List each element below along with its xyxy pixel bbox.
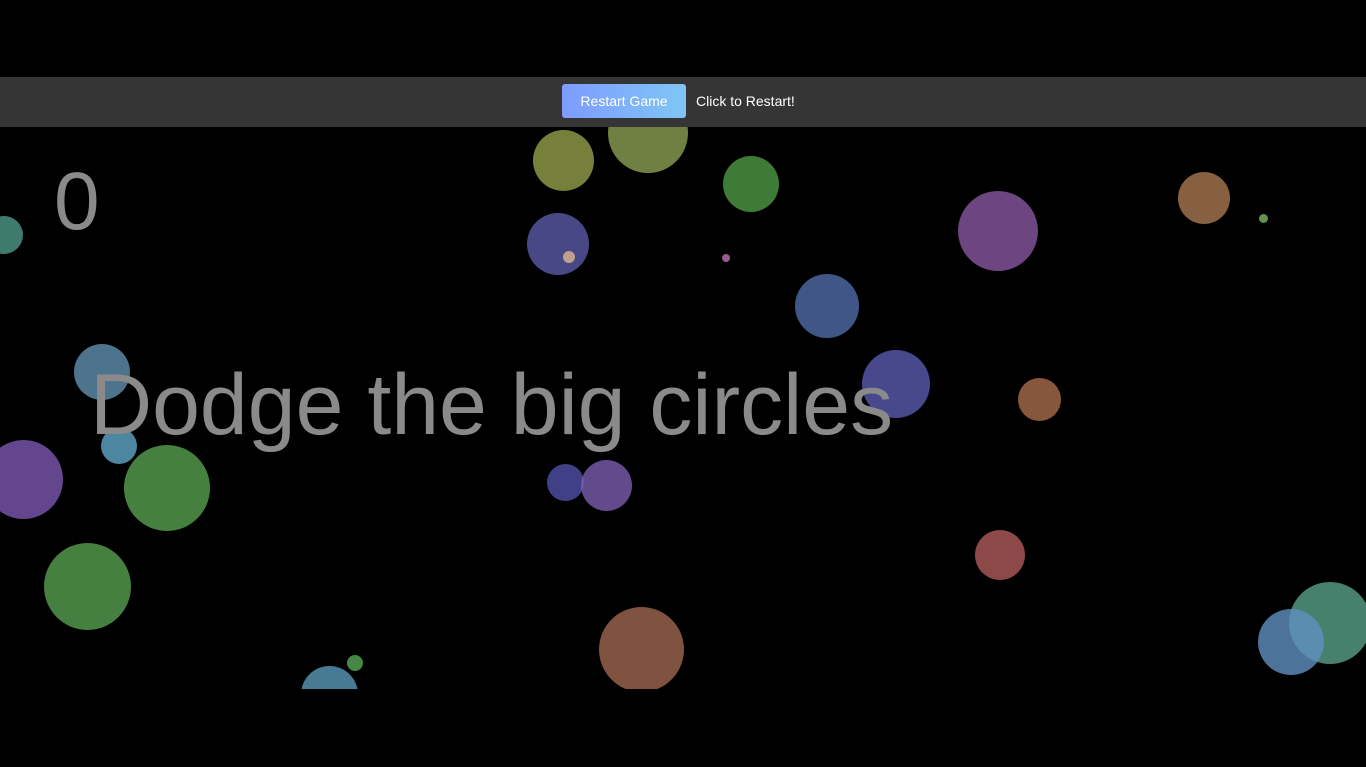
restart-game-button[interactable]: Restart Game — [562, 84, 686, 118]
circle — [1018, 378, 1061, 421]
circle — [527, 213, 589, 275]
circle — [723, 156, 779, 212]
circle — [1259, 214, 1268, 223]
circle — [0, 440, 63, 519]
instruction-text: Dodge the big circles — [90, 357, 894, 453]
score-display: 0 — [54, 156, 100, 247]
circle — [563, 251, 575, 263]
circle — [975, 530, 1025, 580]
circle — [722, 254, 730, 262]
circle — [44, 543, 131, 630]
circle — [581, 460, 632, 511]
toolbar: Restart Game Click to Restart! — [0, 77, 1366, 127]
circle — [0, 216, 23, 254]
circle — [347, 655, 363, 671]
circle — [795, 274, 859, 338]
circle — [599, 607, 684, 689]
circle — [608, 127, 688, 173]
circle — [533, 130, 594, 191]
circle — [958, 191, 1038, 271]
restart-hint: Click to Restart! — [696, 93, 795, 109]
circle — [1258, 609, 1324, 675]
circle — [124, 445, 210, 531]
circle — [547, 464, 584, 501]
circle — [1178, 172, 1230, 224]
